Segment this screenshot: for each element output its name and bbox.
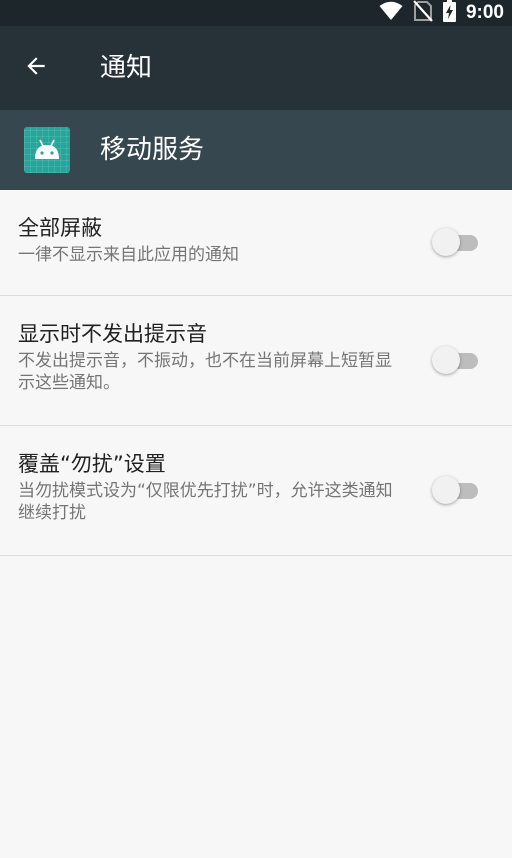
app-header: 移动服务 xyxy=(0,110,512,190)
back-button[interactable] xyxy=(14,46,58,90)
status-bar: 9:00 xyxy=(0,0,512,26)
setting-title: 显示时不发出提示音 xyxy=(18,322,207,346)
setting-block-all[interactable]: 全部屏蔽 一律不显示来自此应用的通知 xyxy=(0,190,512,296)
status-icons: 9:00 xyxy=(379,0,504,26)
battery-charging-icon xyxy=(442,0,456,26)
setting-summary: 当勿扰模式设为“仅限优先打扰”时，允许这类通知继续打扰 xyxy=(18,481,393,523)
setting-text: 覆盖“勿扰”设置 当勿扰模式设为“仅限优先打扰”时，允许这类通知继续打扰 xyxy=(18,450,408,524)
app-name: 移动服务 xyxy=(100,135,205,165)
setting-title: 覆盖“勿扰”设置 xyxy=(18,452,166,476)
setting-summary: 一律不显示来自此应用的通知 xyxy=(18,245,239,265)
override-dnd-toggle[interactable] xyxy=(432,476,478,506)
page-title: 通知 xyxy=(100,53,153,83)
setting-summary: 不发出提示音，不振动，也不在当前屏幕上短暂显示这些通知。 xyxy=(18,351,392,393)
block-all-toggle[interactable] xyxy=(432,228,478,258)
toggle-thumb xyxy=(432,346,460,374)
android-app-icon xyxy=(24,127,70,173)
no-sim-icon xyxy=(413,0,433,26)
toggle-thumb xyxy=(432,476,460,504)
settings-list: 全部屏蔽 一律不显示来自此应用的通知 显示时不发出提示音 不发出提示音，不振动，… xyxy=(0,190,512,556)
setting-override-dnd[interactable]: 覆盖“勿扰”设置 当勿扰模式设为“仅限优先打扰”时，允许这类通知继续打扰 xyxy=(0,426,512,556)
status-time: 9:00 xyxy=(465,2,504,23)
toggle-thumb xyxy=(432,228,460,256)
wifi-icon xyxy=(379,1,403,25)
setting-silent[interactable]: 显示时不发出提示音 不发出提示音，不振动，也不在当前屏幕上短暂显示这些通知。 xyxy=(0,296,512,426)
setting-text: 全部屏蔽 一律不显示来自此应用的通知 xyxy=(18,214,408,266)
setting-title: 全部屏蔽 xyxy=(18,216,102,240)
silent-toggle[interactable] xyxy=(432,346,478,376)
setting-text: 显示时不发出提示音 不发出提示音，不振动，也不在当前屏幕上短暂显示这些通知。 xyxy=(18,320,408,394)
toolbar: 通知 xyxy=(0,26,512,110)
arrow-back-icon xyxy=(23,53,49,83)
